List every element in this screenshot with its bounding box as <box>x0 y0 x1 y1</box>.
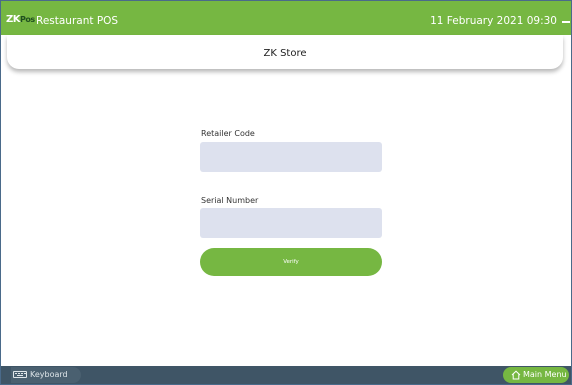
top-bar: ZKPos Restaurant POS 11 February 2021 09… <box>1 1 571 35</box>
main-menu-button[interactable]: Main Menu <box>503 367 569 383</box>
keyboard-button[interactable]: Keyboard <box>11 367 81 383</box>
minimize-icon[interactable] <box>562 21 570 23</box>
bottom-bar: Keyboard Main Menu <box>1 366 571 384</box>
serial-number-input[interactable] <box>200 208 382 238</box>
zkpos-logo: ZKPos <box>6 15 35 25</box>
keyboard-label: Keyboard <box>30 370 68 379</box>
logo-pos-text: Pos <box>20 15 35 24</box>
keyboard-icon <box>13 371 27 378</box>
store-title: ZK Store <box>263 48 307 59</box>
store-header: ZK Store <box>7 35 563 69</box>
retailer-code-input[interactable] <box>200 142 382 172</box>
home-icon <box>511 370 521 380</box>
verify-button[interactable]: Verify <box>200 248 382 276</box>
main-menu-label: Main Menu <box>523 370 567 379</box>
logo-zk-text: ZK <box>6 14 21 25</box>
retailer-code-label: Retailer Code <box>201 129 255 138</box>
serial-number-label: Serial Number <box>201 196 259 205</box>
app-window: ZKPos Restaurant POS 11 February 2021 09… <box>0 0 572 385</box>
app-title: Restaurant POS <box>36 15 119 27</box>
date-time: 11 February 2021 09:30 <box>430 15 557 27</box>
